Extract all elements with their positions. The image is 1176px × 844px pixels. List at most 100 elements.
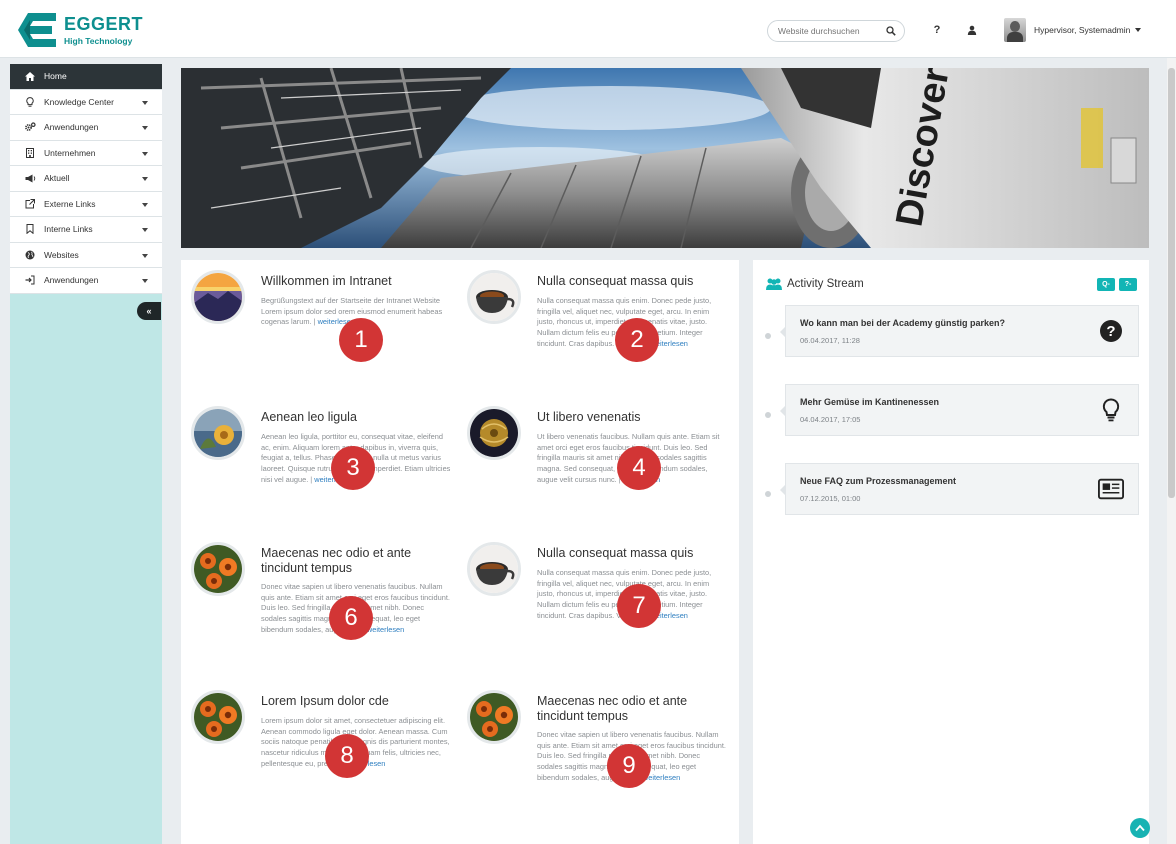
bookmark-icon <box>24 223 36 235</box>
article-card[interactable]: Nulla consequat massa quis Nulla consequ… <box>457 260 719 390</box>
article-card[interactable]: Nulla consequat massa quis Nulla consequ… <box>457 532 719 662</box>
globe-chair-icon <box>467 406 521 460</box>
stream-item-title[interactable]: Wo kann man bei der Academy günstig park… <box>800 318 1005 328</box>
number-badge: 3 <box>331 446 375 490</box>
brand-tagline: High Technology <box>64 35 133 46</box>
number-badge: 9 <box>607 744 651 788</box>
activity-filter-buttons: Q- ?- <box>1097 278 1137 291</box>
page-scrollbar[interactable] <box>1167 58 1176 844</box>
sidebar-item-anwendungen[interactable]: Anwendungen <box>10 115 162 141</box>
home-icon <box>24 70 36 82</box>
stream-item[interactable]: Mehr Gemüse im Kantinenessen 04.04.2017,… <box>780 384 1139 436</box>
article-title[interactable]: Maecenas nec odio et ante tincidunt temp… <box>261 546 441 576</box>
sidebar-item-label: Knowledge Center <box>44 96 114 107</box>
top-header: EGGERT High Technology ? Hypervisor, Sys… <box>0 0 1176 58</box>
brand-name: EGGERT <box>64 13 144 34</box>
sidebar-item-label: Websites <box>44 249 79 260</box>
chevron-down-icon <box>142 228 148 232</box>
article-title[interactable]: Maecenas nec odio et ante tincidunt temp… <box>537 694 717 724</box>
article-card[interactable]: Ut libero venenatis Ut libero venenatis … <box>457 396 719 526</box>
mountain-sunset-icon <box>191 270 245 324</box>
number-badge: 1 <box>339 318 383 362</box>
timeline-dot <box>765 412 771 418</box>
article-title[interactable]: Nulla consequat massa quis <box>537 274 717 289</box>
sidebar-item-label: Anwendungen <box>44 275 99 286</box>
article-card[interactable]: Willkommen im Intranet Begrüßungstext au… <box>181 260 443 390</box>
chevron-up-icon <box>1135 824 1145 832</box>
external-link-icon <box>24 198 36 210</box>
chevron-down-icon <box>142 177 148 181</box>
stream-item-title[interactable]: Mehr Gemüse im Kantinenessen <box>800 397 939 407</box>
article-title[interactable]: Lorem Ipsum dolor cde <box>261 694 441 709</box>
question-filter-button[interactable]: ?- <box>1119 278 1137 291</box>
article-title[interactable]: Aenean leo ligula <box>261 410 441 425</box>
user-name: Hypervisor, Systemadmin <box>1034 25 1131 35</box>
stream-item[interactable]: Wo kann man bei der Academy günstig park… <box>780 305 1139 357</box>
orange-flowers-icon <box>191 542 245 596</box>
article-card[interactable]: Lorem Ipsum dolor cde Lorem ipsum dolor … <box>181 680 450 810</box>
sidebar-item-aktuell[interactable]: Aktuell <box>10 166 162 192</box>
activity-stream-title: Activity Stream <box>787 278 864 290</box>
brand-logo[interactable]: EGGERT High Technology <box>14 10 154 50</box>
question-circle-icon: ? <box>1098 318 1124 344</box>
idea-filter-button[interactable]: Q- <box>1097 278 1115 291</box>
article-card[interactable]: Maecenas nec odio et ante tincidunt temp… <box>457 680 726 810</box>
activity-stream-heading: Activity Stream <box>765 278 864 290</box>
news-grid: Willkommen im Intranet Begrüßungstext au… <box>181 260 739 844</box>
number-badge: 7 <box>617 584 661 628</box>
newspaper-icon <box>1098 476 1124 502</box>
coffee-cup-icon <box>467 542 521 596</box>
scrollbar-thumb[interactable] <box>1168 68 1175 498</box>
orange-flowers-icon <box>467 690 521 744</box>
number-badge: 4 <box>617 446 661 490</box>
search-box[interactable] <box>767 20 905 42</box>
search-input[interactable] <box>778 26 878 36</box>
sidebar-item-label: Anwendungen <box>44 122 99 133</box>
sidebar-item-anwendungen-2[interactable]: Anwendungen <box>10 268 162 294</box>
sidebar-item-label: Externe Links <box>44 198 96 209</box>
scroll-to-top-button[interactable] <box>1130 818 1150 838</box>
stream-item[interactable]: Neue FAQ zum Prozessmanagement 07.12.201… <box>780 463 1139 515</box>
lightbulb-icon <box>1098 397 1124 423</box>
activity-stream-panel: Activity Stream Q- ?- Wo kann man bei de… <box>753 260 1149 844</box>
svg-text:?: ? <box>1106 323 1115 340</box>
eggert-logo-icon <box>18 13 56 47</box>
orange-flowers-icon <box>191 690 245 744</box>
flower-icon <box>191 406 245 460</box>
globe-icon <box>24 249 36 261</box>
sidebar-item-websites[interactable]: Websites <box>10 242 162 268</box>
user-menu[interactable]: Hypervisor, Systemadmin <box>1004 18 1142 42</box>
sidebar: Home Knowledge Center Anwendungen Untern… <box>10 64 162 844</box>
stream-item-date: 04.04.2017, 17:05 <box>800 415 861 424</box>
gears-icon <box>24 121 36 133</box>
number-badge: 6 <box>329 596 373 640</box>
stream-item-title[interactable]: Neue FAQ zum Prozessmanagement <box>800 476 956 486</box>
building-icon <box>24 147 36 159</box>
user-icon[interactable] <box>965 23 979 37</box>
hero-banner: Discover <box>181 68 1149 248</box>
users-icon <box>766 278 782 290</box>
search-icon[interactable] <box>886 26 896 36</box>
sidebar-collapse-button[interactable]: « <box>137 302 161 320</box>
article-title[interactable]: Ut libero venenatis <box>537 410 717 425</box>
article-card[interactable]: Maecenas nec odio et ante tincidunt temp… <box>181 532 450 662</box>
sign-in-icon <box>24 274 36 286</box>
number-badge: 8 <box>325 734 369 778</box>
lightbulb-icon <box>24 96 36 108</box>
help-icon[interactable]: ? <box>930 23 944 37</box>
sidebar-item-label: Interne Links <box>44 224 93 235</box>
read-more-link[interactable]: weiterlesen <box>367 625 404 634</box>
article-title[interactable]: Willkommen im Intranet <box>261 274 441 289</box>
sidebar-item-knowledge-center[interactable]: Knowledge Center <box>10 89 162 115</box>
sidebar-item-label: Aktuell <box>44 173 70 184</box>
sidebar-item-externe-links[interactable]: Externe Links <box>10 191 162 217</box>
sidebar-item-interne-links[interactable]: Interne Links <box>10 217 162 243</box>
chevron-down-icon <box>142 202 148 207</box>
article-title[interactable]: Nulla consequat massa quis <box>537 546 717 561</box>
article-card[interactable]: Aenean leo ligula Aenean leo ligula, por… <box>181 396 450 526</box>
sidebar-item-home[interactable]: Home <box>10 64 162 90</box>
sidebar-item-unternehmen[interactable]: Unternehmen <box>10 140 162 166</box>
chevron-down-icon <box>142 151 148 156</box>
chevron-down-icon <box>1135 28 1142 32</box>
stream-item-date: 06.04.2017, 11:28 <box>800 336 860 345</box>
